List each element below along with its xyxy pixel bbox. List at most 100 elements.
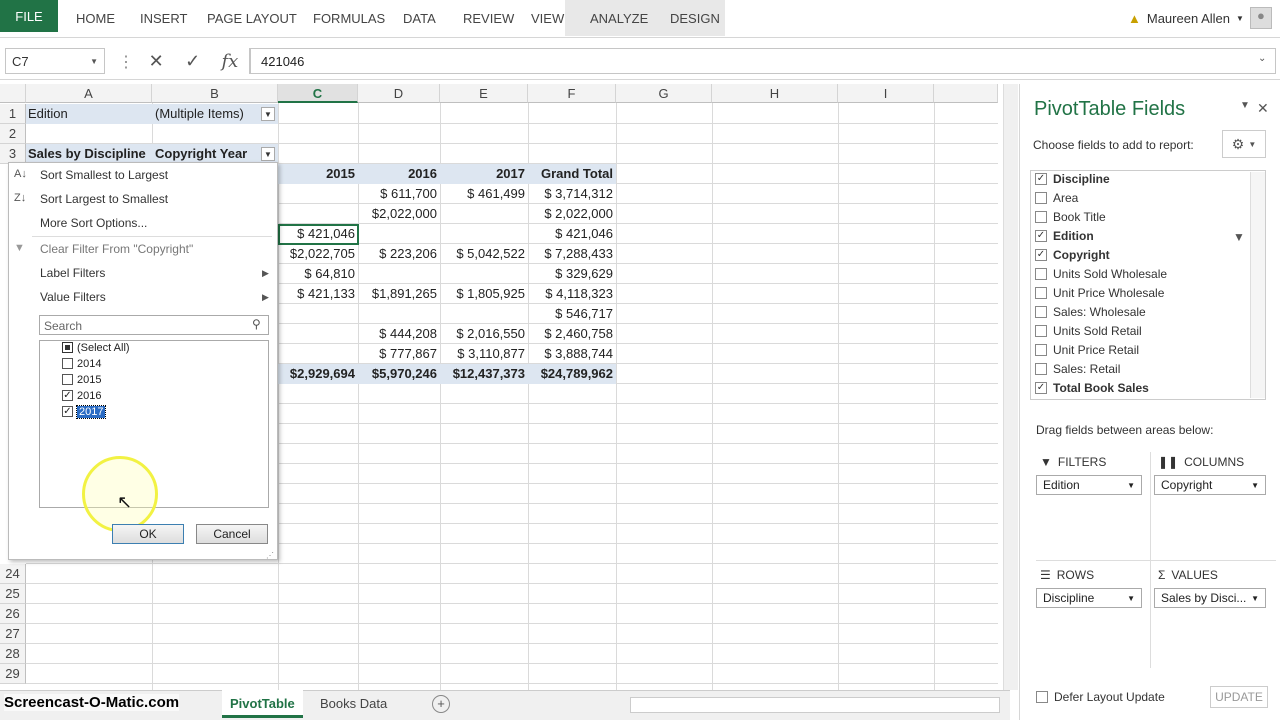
label-filters-item[interactable]: Label Filters [40, 266, 105, 280]
clear-filter-item[interactable]: Clear Filter From "Copyright" [40, 242, 193, 256]
tab-design[interactable]: DESIGN [670, 0, 720, 36]
field-item[interactable]: Unit Price Retail [1035, 341, 1139, 359]
pivot-value-cell[interactable]: $ 64,810 [278, 264, 358, 284]
field-item[interactable]: Sales: Wholesale [1035, 303, 1146, 321]
col-header-i[interactable]: I [838, 84, 934, 103]
insert-function-icon[interactable]: fx [222, 51, 239, 72]
field-item[interactable]: ✓ Copyright [1035, 246, 1110, 264]
row-header[interactable]: 24 [0, 564, 26, 584]
col-header-h[interactable]: H [712, 84, 838, 103]
field-checkbox[interactable] [1035, 192, 1047, 204]
tools-button[interactable]: ⚙ ▼ [1222, 130, 1266, 158]
filter-list-item[interactable]: 2015 [62, 372, 101, 387]
tab-view[interactable]: VIEW [531, 0, 564, 36]
sheet-tab-pivottable[interactable]: PivotTable [222, 690, 303, 718]
select-all-corner[interactable] [0, 84, 26, 103]
row-header[interactable]: 3 [0, 144, 26, 164]
pivot-value-cell[interactable]: $ 444,208 [358, 324, 440, 344]
vertical-scrollbar[interactable] [1003, 84, 1018, 690]
checkbox[interactable]: ✓ [62, 406, 73, 417]
field-checkbox[interactable] [1035, 268, 1047, 280]
pivot-value-cell[interactable] [440, 204, 528, 224]
value-filters-item[interactable]: Value Filters [40, 290, 106, 304]
pivot-value-cell[interactable]: $1,891,265 [358, 284, 440, 304]
filter-list-item[interactable]: ✓ 2016 [62, 388, 101, 403]
pivot-value-cell[interactable] [358, 224, 440, 244]
field-checkbox[interactable] [1035, 344, 1047, 356]
tab-insert[interactable]: INSERT [140, 0, 187, 36]
field-checkbox[interactable] [1035, 287, 1047, 299]
pivot-value-cell[interactable]: $ 2,016,550 [440, 324, 528, 344]
more-sort-options-item[interactable]: More Sort Options... [40, 216, 147, 230]
update-button[interactable]: UPDATE [1210, 686, 1268, 708]
col-header-g[interactable]: G [616, 84, 712, 103]
row-header[interactable]: 26 [0, 604, 26, 624]
resize-grip-icon[interactable]: ⋰ [266, 551, 274, 560]
filter-icon[interactable]: ▼ [261, 107, 275, 121]
enter-icon[interactable]: ✓ [185, 51, 200, 72]
pivot-value-cell[interactable]: $ 223,206 [358, 244, 440, 264]
tab-page-layout[interactable]: PAGE LAYOUT [207, 0, 297, 36]
filter-list-item[interactable]: ✓ 2017 [62, 404, 107, 419]
field-item[interactable]: Units Sold Retail [1035, 322, 1142, 340]
checkbox[interactable] [62, 342, 73, 353]
col-header-f[interactable]: F [528, 84, 616, 103]
grand-total-cell[interactable]: $12,437,373 [440, 364, 528, 384]
field-checkbox[interactable]: ✓ [1035, 173, 1047, 185]
pivot-value-cell[interactable]: $ 329,629 [528, 264, 616, 284]
field-item[interactable]: ✓ Discipline [1035, 170, 1110, 188]
checkbox[interactable]: ✓ [62, 390, 73, 401]
values-field-chip[interactable]: Sales by Disci... ▼ [1154, 588, 1266, 608]
tab-data[interactable]: DATA [403, 0, 436, 36]
field-item[interactable]: ✓ Total Book Sales [1035, 379, 1149, 397]
pivot-value-cell[interactable]: $ 421,046 [528, 224, 616, 244]
cancel-button[interactable]: Cancel [196, 524, 268, 544]
grand-total-cell[interactable]: $2,929,694 [278, 364, 358, 384]
row-header[interactable]: 28 [0, 644, 26, 664]
close-icon[interactable]: ✕ [1257, 100, 1269, 117]
field-item[interactable]: Unit Price Wholesale [1035, 284, 1164, 302]
pivot-value-cell[interactable]: $ 2,460,758 [528, 324, 616, 344]
pivot-value-cell[interactable]: $ 4,118,323 [528, 284, 616, 304]
field-checkbox[interactable] [1035, 306, 1047, 318]
pivot-value-cell[interactable] [440, 224, 528, 244]
field-item[interactable]: Sales: Retail [1035, 360, 1120, 378]
pivot-value-cell[interactable]: $ 3,714,312 [528, 184, 616, 204]
col-header-d[interactable]: D [358, 84, 440, 103]
pivot-value-cell[interactable]: $ 3,888,744 [528, 344, 616, 364]
name-box[interactable]: C7 ▼ [5, 48, 105, 74]
field-item[interactable]: Units Sold Wholesale [1035, 265, 1167, 283]
row-header[interactable]: 25 [0, 584, 26, 604]
pivot-value-cell[interactable]: $ 2,022,000 [528, 204, 616, 224]
user-account[interactable]: ▲ Maureen Allen ▼ ● [1128, 0, 1272, 36]
sort-descending-item[interactable]: Sort Largest to Smallest [40, 192, 168, 206]
rows-field-chip[interactable]: Discipline ▼ [1036, 588, 1142, 608]
field-checkbox[interactable]: ✓ [1035, 249, 1047, 261]
pivot-value-cell[interactable] [358, 264, 440, 284]
pivot-value-cell[interactable]: $ 611,700 [358, 184, 440, 204]
pivot-value-cell[interactable] [440, 304, 528, 324]
ok-button[interactable]: OK [112, 524, 184, 544]
pivot-value-cell[interactable]: $ 3,110,877 [440, 344, 528, 364]
field-checkbox[interactable] [1035, 363, 1047, 375]
col-header-a[interactable]: A [26, 84, 152, 103]
pivot-value-cell[interactable] [358, 304, 440, 324]
tab-analyze[interactable]: ANALYZE [590, 0, 648, 36]
filter-list-item[interactable]: 2014 [62, 356, 101, 371]
row-header[interactable]: 1 [0, 104, 26, 124]
grand-total-cell[interactable]: $5,970,246 [358, 364, 440, 384]
expand-formula-icon[interactable]: ⌄ [1258, 53, 1266, 64]
filter-search-input[interactable]: Search [39, 315, 269, 335]
defer-layout-update[interactable]: Defer Layout Update [1036, 690, 1165, 704]
pivot-value-cell[interactable]: $2,022,705 [278, 244, 358, 264]
formula-input[interactable]: 421046 [250, 48, 1276, 74]
filter-list-item[interactable]: (Select All) [62, 340, 130, 355]
filters-field-chip[interactable]: Edition ▼ [1036, 475, 1142, 495]
row-header[interactable]: 2 [0, 124, 26, 144]
tab-home[interactable]: HOME [76, 0, 115, 36]
sort-ascending-item[interactable]: Sort Smallest to Largest [40, 168, 168, 182]
field-list-scrollbar[interactable] [1250, 172, 1265, 398]
chevron-down-icon[interactable]: ▼ [261, 147, 275, 161]
add-sheet-icon[interactable]: + [432, 695, 450, 713]
pivot-value-cell[interactable]: $ 421,133 [278, 284, 358, 304]
